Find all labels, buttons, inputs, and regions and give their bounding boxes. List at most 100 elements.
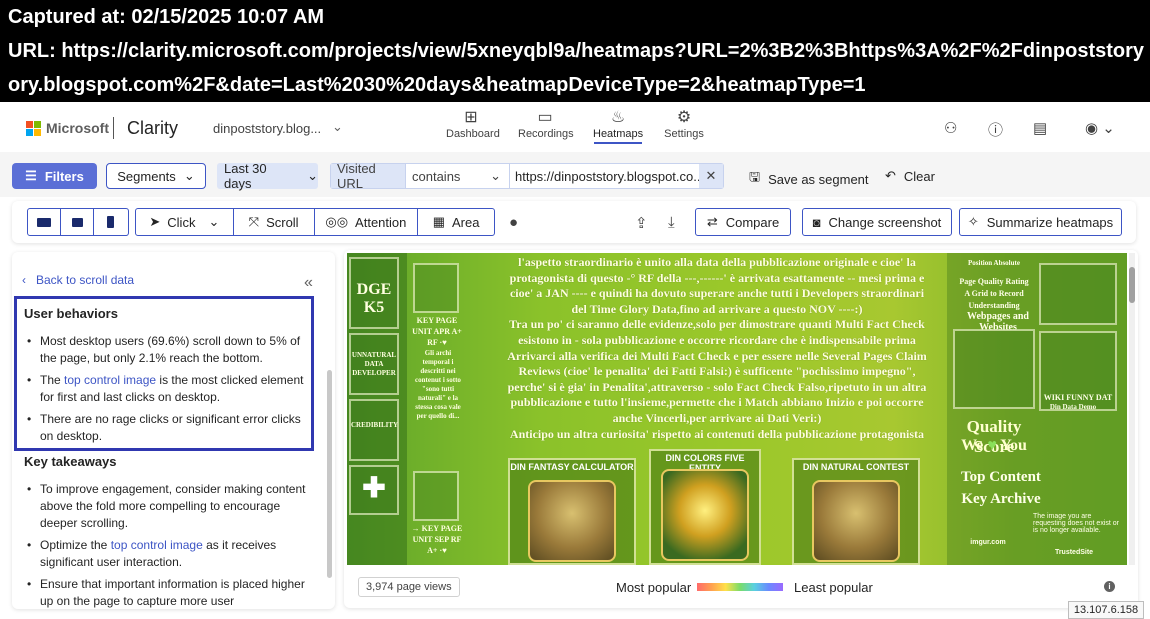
heatmap-scrollbar[interactable] — [1129, 253, 1135, 565]
top-nav: Microsoft Clarity dinpoststory.blog... ⌄… — [0, 102, 1150, 152]
save-segment-button[interactable]: 🖫 Save as segment — [749, 168, 869, 190]
tab-heatmaps-label: Heatmaps — [593, 128, 644, 140]
insights-scrollbar[interactable] — [327, 370, 332, 578]
mode-click-label: Click — [167, 214, 196, 230]
widget-image — [528, 480, 616, 562]
sidebar-text: Position Absolute — [968, 259, 1020, 267]
product-name[interactable]: Clarity — [127, 118, 178, 139]
close-icon[interactable]: ✕ — [699, 164, 723, 188]
article-text: l'aspetto straordinario è unito alla dat… — [482, 255, 952, 442]
document-icon[interactable]: ▤ — [1033, 119, 1047, 137]
info-icon[interactable]: i — [1104, 581, 1115, 592]
chevron-left-icon: ‹ — [22, 273, 26, 287]
chevron-down-icon: ⌄ — [183, 168, 195, 183]
widget-image — [812, 480, 900, 562]
help-icon[interactable]: ⓘ — [988, 119, 1003, 140]
fantasy-calculator-widget[interactable]: DIN FANTASY CALCULATOR — [508, 458, 636, 565]
mode-area-button[interactable]: ▦ Area — [418, 209, 494, 235]
mode-scroll-button[interactable]: ⤧ Scroll — [234, 209, 315, 235]
article-line: del Time Glory Data,fino ad arrivare a q… — [571, 301, 863, 316]
tile-text: DGE K5 — [356, 281, 392, 316]
captured-at: Captured at: 02/15/2025 10:07 AM — [8, 6, 325, 28]
heatmap-overlay[interactable]: DGE K5 UNNATURAL DATA DEVELOPER CREDIBIL… — [347, 253, 1127, 565]
change-screenshot-button[interactable]: ◙ Change screenshot — [802, 208, 952, 236]
heatmap-toolbar: ➤ Click ⌄ ⤧ Scroll ◎◎ Attention ▦ Area ●… — [12, 201, 1136, 243]
mode-attention-label: Attention — [355, 214, 407, 230]
key-takeaways-title: Key takeaways — [24, 454, 117, 469]
url-filter-label: Visited URL — [331, 161, 405, 191]
tab-recordings[interactable]: ▭ Recordings — [518, 108, 574, 140]
behavior-item: Most desktop users (69.6%) scroll down t… — [26, 333, 306, 367]
clear-button[interactable]: ↶ Clear — [885, 168, 935, 184]
summarize-heatmaps-button[interactable]: ✧ Summarize heatmaps — [959, 208, 1122, 236]
clear-label: Clear — [903, 168, 935, 184]
top-control-image-link[interactable]: top control image — [111, 538, 203, 552]
back-to-scroll-link[interactable]: ‹ Back to scroll data — [22, 273, 134, 287]
article-line: anche Vincerli,per arrivare ai Dati Veri… — [612, 410, 822, 425]
device-desktop-button[interactable] — [28, 209, 61, 235]
most-popular-label: Most popular — [616, 580, 692, 595]
project-selector[interactable]: dinpoststory.blog... — [213, 121, 321, 136]
filters-button[interactable]: ☰ Filters — [12, 163, 97, 189]
change-screenshot-label: Change screenshot — [828, 214, 942, 230]
url-operator-select[interactable]: contains ⌄ — [405, 164, 509, 188]
article-line: Tra un po' ci saranno delle evidenze,sol… — [509, 317, 925, 332]
sidebar-text: You — [1000, 437, 1027, 454]
tab-heatmaps[interactable]: ♨ Heatmaps — [593, 108, 643, 144]
collapse-panel-icon[interactable]: « — [304, 274, 313, 292]
top-control-image-link[interactable]: top control image — [64, 373, 156, 387]
info-icon[interactable]: ● — [509, 214, 518, 231]
filter-bar: ☰ Filters Segments ⌄ Last 30 days ⌄ Visi… — [0, 152, 1150, 197]
scroll-icon: ⤧ — [248, 214, 260, 229]
left-column-text: → KEY PAGE UNIT SEP RF A+ ·♥ — [411, 524, 463, 555]
desktop-icon — [37, 217, 51, 227]
sidebar-image — [953, 329, 1035, 409]
sidebar-image: WIKI FUNNY DAT — [1039, 331, 1117, 411]
colors-five-entity-widget[interactable]: DIN COLORS FIVE ENTITY — [649, 449, 761, 565]
sidebar-text: Understanding — [968, 301, 1020, 310]
device-tablet-button[interactable] — [61, 209, 94, 235]
natural-contest-widget[interactable]: DIN NATURAL CONTEST — [792, 458, 920, 565]
quality-score-subtext: We ♥ You — [951, 437, 1037, 455]
article-line: Reviews (cioe' le penalita' dei Fatti Fa… — [518, 364, 916, 379]
tab-dashboard[interactable]: ⊞ Dashboard — [446, 108, 500, 140]
date-range-select[interactable]: Last 30 days ⌄ — [217, 161, 318, 191]
heatmap-mode-selector: ➤ Click ⌄ ⤧ Scroll ◎◎ Attention ▦ Area — [135, 208, 495, 236]
chevron-down-icon[interactable]: ⌄ — [332, 119, 343, 135]
summarize-label: Summarize heatmaps — [986, 214, 1114, 230]
device-mobile-button[interactable] — [94, 209, 127, 235]
download-icon[interactable]: ⤓ — [668, 214, 675, 231]
heart-icon: ♥ — [987, 437, 997, 454]
mode-click-button[interactable]: ➤ Click ⌄ — [136, 209, 234, 235]
segments-button[interactable]: Segments ⌄ — [106, 163, 206, 189]
trustedsite-badge: TrustedSite — [1054, 549, 1094, 556]
sidebar-text: Page Quality Rating — [959, 277, 1029, 286]
gear-icon: ⚙ — [676, 109, 692, 126]
account-icon[interactable]: ◉ ⌄ — [1085, 119, 1115, 137]
tablet-icon — [71, 217, 83, 227]
glasses-icon: ◎◎ — [325, 214, 349, 229]
mode-scroll-label: Scroll — [266, 214, 299, 230]
sidebar-text: Din Data Demo — [1049, 403, 1097, 411]
url-filter: Visited URL contains ⌄ https://dinpostst… — [330, 161, 724, 191]
date-range-value: Last 30 days — [224, 161, 267, 191]
article-line: cioe' a JAN ---- e quindi ha dovuto supe… — [509, 286, 925, 301]
mode-attention-button[interactable]: ◎◎ Attention — [315, 209, 419, 235]
key-archive-text: Key Archive — [961, 491, 1041, 507]
save-segment-label: Save as segment — [768, 171, 869, 187]
dashboard-icon: ⊞ — [464, 109, 478, 126]
takeaway-text: Optimize the — [40, 538, 111, 552]
share-icon[interactable]: ⇪ — [635, 214, 648, 232]
left-column-text: Gli archi temporal i descritti nei conte… — [415, 349, 461, 420]
url-value-input[interactable]: https://dinpoststory.blogspot.co... — [509, 164, 699, 188]
compare-button[interactable]: ⇄ Compare — [695, 208, 791, 236]
left-column-image — [413, 263, 459, 313]
compare-label: Compare — [725, 214, 780, 230]
widget-title: DIN NATURAL CONTEST — [802, 462, 910, 472]
chevron-down-icon: ⌄ — [307, 168, 318, 183]
video-icon: ▭ — [537, 109, 553, 126]
behavior-text: Most desktop users (69.6%) scroll down t… — [40, 334, 301, 365]
takeaway-item: Optimize the top control image as it rec… — [26, 537, 306, 571]
tab-settings[interactable]: ⚙ Settings — [664, 108, 704, 140]
people-icon[interactable]: ⚇ — [944, 119, 957, 137]
